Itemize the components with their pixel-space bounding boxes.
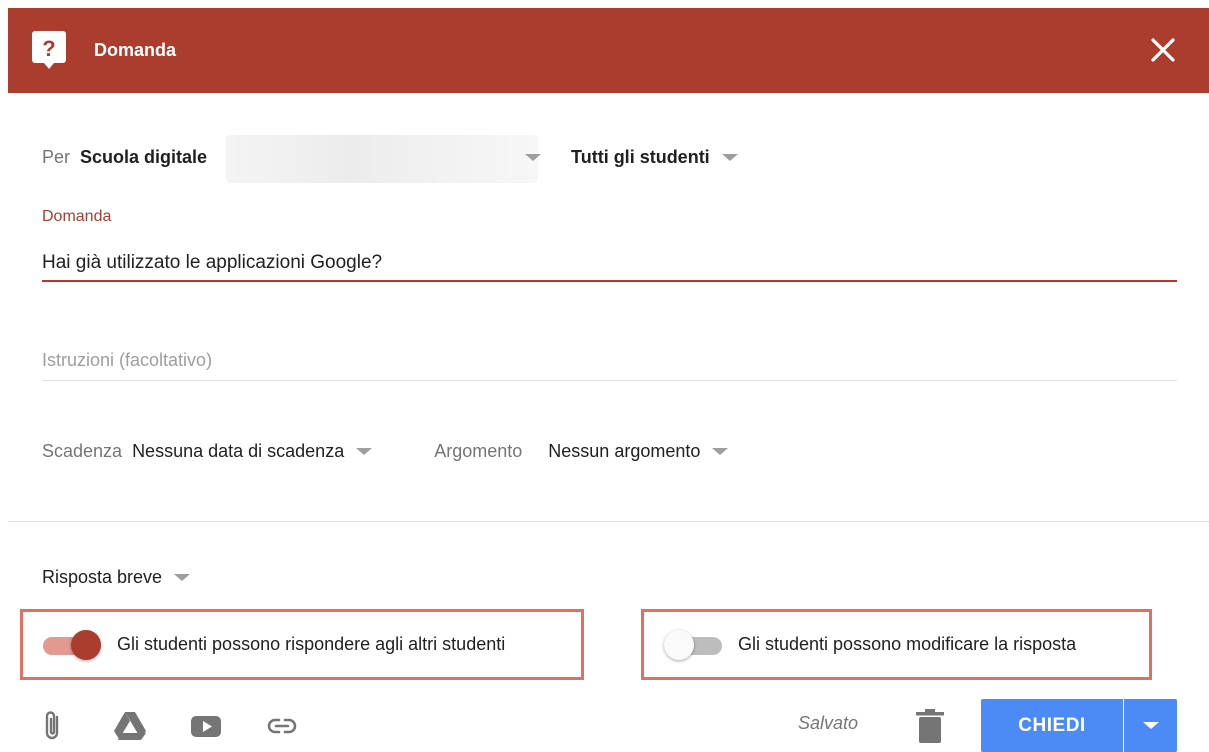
link-icon[interactable] <box>264 708 300 744</box>
topic-dropdown-caret-icon[interactable] <box>712 447 729 455</box>
dialog-title: Domanda <box>94 40 177 60</box>
toggle-reply-highlight: Gli studenti possono rispondere agli alt… <box>20 609 584 680</box>
svg-text:?: ? <box>42 36 55 61</box>
google-drive-icon[interactable] <box>112 708 148 744</box>
switch-thumb <box>71 629 101 660</box>
youtube-icon[interactable] <box>188 708 224 744</box>
section-divider <box>8 521 1209 522</box>
close-icon[interactable] <box>1147 34 1179 66</box>
switch-thumb <box>664 629 694 660</box>
answer-type-select[interactable]: Risposta breve <box>42 567 162 588</box>
trash-icon[interactable] <box>914 708 946 744</box>
students-dropdown-caret-icon[interactable] <box>721 153 738 161</box>
answer-type-caret-icon[interactable] <box>174 573 191 581</box>
question-label: Domanda <box>42 208 112 225</box>
class-dropdown-caret-icon[interactable] <box>525 153 542 161</box>
edit-answer-label: Gli studenti possono modificare la rispo… <box>738 634 1077 654</box>
saved-status: Salvato <box>798 713 859 733</box>
class-select[interactable]: Scuola digitale <box>80 147 207 168</box>
question-bubble-icon: ? <box>32 31 66 69</box>
toggle-edit-highlight: Gli studenti possono modificare la rispo… <box>641 609 1152 680</box>
question-input[interactable] <box>42 246 1177 282</box>
audience-prefix: Per <box>42 146 71 167</box>
due-label: Scadenza <box>42 440 123 461</box>
due-dropdown-caret-icon[interactable] <box>356 447 373 455</box>
due-select[interactable]: Nessuna data di scadenza <box>132 441 344 462</box>
due-topic-row: Scadenza Nessuna data di scadenza Argome… <box>42 437 729 465</box>
reply-to-others-switch[interactable] <box>43 629 101 660</box>
audience-row: Per Scuola digitale Tutti gli studenti <box>42 143 738 171</box>
answer-type-row: Risposta breve <box>42 563 191 591</box>
ask-button[interactable]: CHIEDI <box>981 699 1123 752</box>
students-select[interactable]: Tutti gli studenti <box>571 147 710 168</box>
ask-options-button[interactable] <box>1124 699 1177 752</box>
instructions-input[interactable] <box>42 340 1177 381</box>
dialog-header: ? Domanda <box>8 8 1209 93</box>
topic-select[interactable]: Nessun argomento <box>548 441 700 462</box>
caret-down-icon <box>1142 722 1159 729</box>
edit-answer-switch[interactable] <box>664 629 722 660</box>
reply-to-others-label: Gli studenti possono rispondere agli alt… <box>117 634 506 654</box>
paperclip-icon[interactable] <box>36 708 72 744</box>
topic-label: Argomento <box>434 440 523 461</box>
